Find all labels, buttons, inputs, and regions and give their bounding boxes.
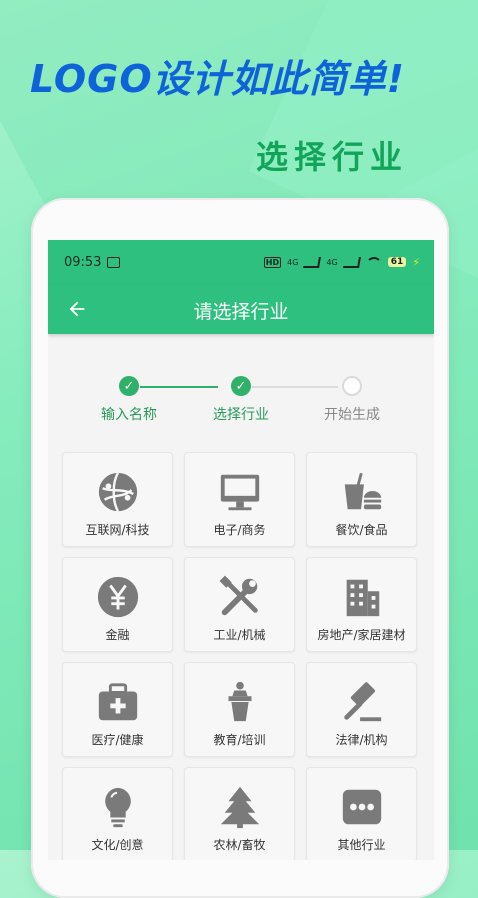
step-2-check-icon: ✓: [231, 376, 251, 396]
industry-label: 工业/机械: [213, 628, 266, 642]
step-3-circle-icon: [342, 376, 362, 396]
page-title: 请选择行业: [193, 301, 289, 323]
industry-label: 文化/创意: [91, 838, 144, 852]
app-bar: 请选择行业: [48, 284, 434, 334]
industry-law-institution[interactable]: 法律/机构: [306, 662, 417, 757]
yen-coin-icon: [97, 576, 138, 618]
industry-culture-creative[interactable]: 文化/创意: [62, 767, 173, 860]
progress-stepper: ✓ ✓ 输入名称 选择行业 开始生成: [48, 334, 434, 430]
tree-icon: [220, 786, 259, 829]
hd-icon: HD: [263, 256, 282, 268]
industry-other[interactable]: 其他行业: [306, 767, 417, 860]
network-label: 4G: [287, 257, 299, 267]
status-time: 09:53: [64, 254, 102, 270]
industry-label: 房地产/家居建材: [317, 628, 406, 642]
step-2-label: 选择行业: [213, 407, 269, 423]
industry-label: 金融: [105, 628, 130, 642]
globe-icon: [98, 472, 137, 512]
app-screen: 09:53 HD 4G 4G 61 ⚡ 请选择行业 ✓ ✓ 输入名称 选择行业 …: [48, 240, 434, 860]
signal-icon: [342, 256, 361, 268]
building-icon: [346, 579, 379, 617]
monitor-icon: [220, 474, 259, 511]
tools-icon: [219, 575, 258, 616]
industry-label: 农林/畜牧: [213, 838, 266, 852]
more-icon: [342, 789, 381, 825]
industry-label: 电子/商务: [213, 523, 266, 537]
lectern-icon: [228, 681, 251, 722]
industry-internet-tech[interactable]: 互联网/科技: [62, 452, 173, 547]
wifi-icon: [365, 256, 382, 268]
industry-finance[interactable]: 金融: [62, 557, 173, 652]
status-bar: 09:53 HD 4G 4G 61 ⚡: [48, 240, 434, 284]
food-icon: [344, 472, 381, 510]
signal-icon: [303, 256, 322, 268]
industry-label: 教育/培训: [213, 733, 266, 747]
industry-grid: 互联网/科技 电子/商务 餐饮/食品 金融 工业/机械 房地产/家居建材 医疗/…: [62, 452, 417, 860]
industry-food-beverage[interactable]: 餐饮/食品: [306, 452, 417, 547]
industry-electronics-commerce[interactable]: 电子/商务: [184, 452, 295, 547]
industry-medical-health[interactable]: 医疗/健康: [62, 662, 173, 757]
network-label: 4G: [326, 257, 338, 267]
gavel-icon: [343, 682, 381, 722]
industry-real-estate[interactable]: 房地产/家居建材: [306, 557, 417, 652]
industry-manufacturing[interactable]: 工业/机械: [184, 557, 295, 652]
step-connector: [140, 386, 218, 388]
industry-label: 互联网/科技: [85, 523, 150, 537]
industry-label: 其他行业: [337, 838, 386, 852]
step-3-label: 开始生成: [324, 407, 380, 423]
industry-label: 法律/机构: [335, 733, 388, 747]
medical-kit-icon: [98, 683, 137, 721]
charging-icon: ⚡: [412, 255, 420, 269]
promo-subhead: 选择行业: [256, 138, 409, 176]
step-1-label: 输入名称: [101, 407, 157, 423]
lightbulb-icon: [104, 787, 131, 828]
industry-label: 餐饮/食品: [335, 523, 388, 537]
step-1-check-icon: ✓: [119, 376, 139, 396]
industry-education-training[interactable]: 教育/培训: [184, 662, 295, 757]
industry-label: 医疗/健康: [91, 733, 144, 747]
notification-icon: [107, 256, 121, 268]
battery-icon: 61: [387, 257, 407, 267]
step-connector: [252, 386, 338, 388]
industry-agriculture[interactable]: 农林/畜牧: [184, 767, 295, 860]
promo-headline: LOGO设计如此简单!: [30, 57, 405, 101]
